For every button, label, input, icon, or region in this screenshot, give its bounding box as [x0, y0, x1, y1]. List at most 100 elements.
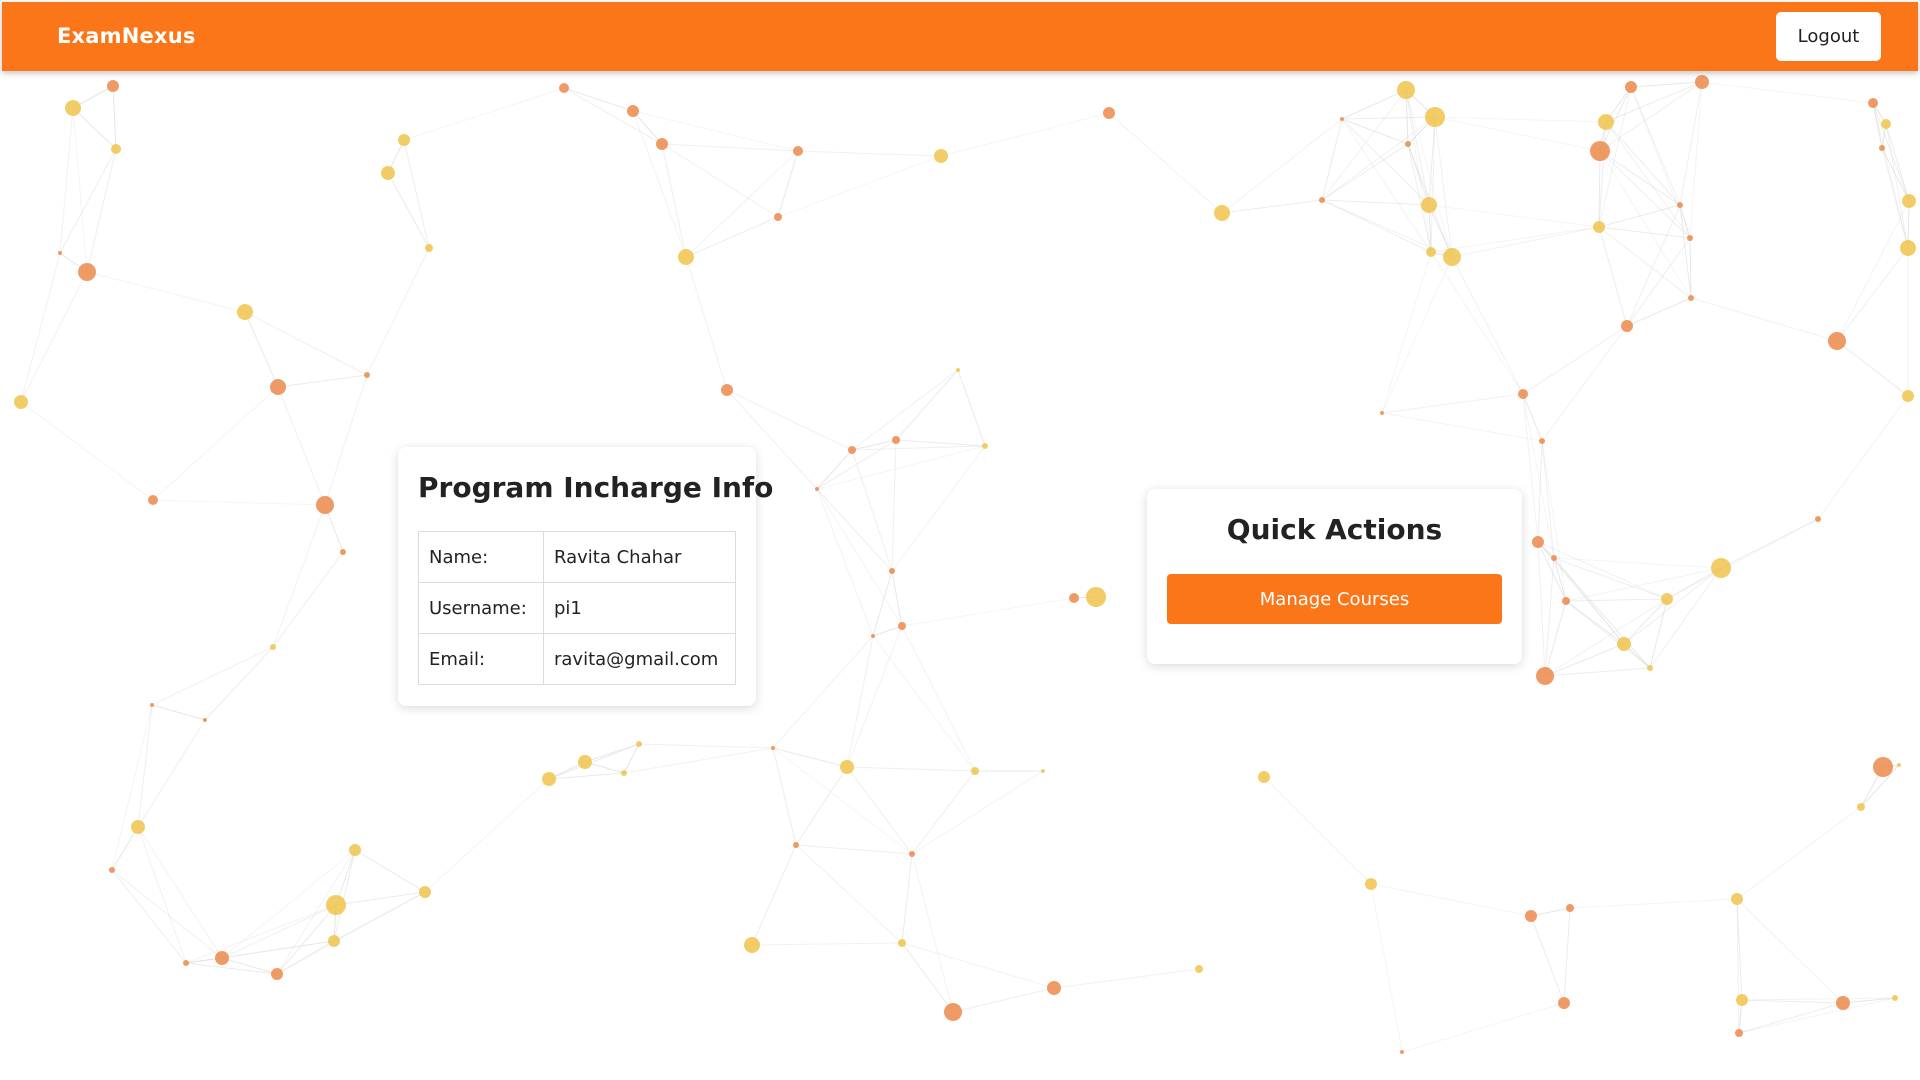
network-node	[1562, 597, 1570, 605]
network-link	[661, 143, 779, 218]
network-node	[744, 937, 760, 953]
info-row-username: Username: pi1	[418, 582, 736, 634]
network-node	[14, 395, 28, 409]
brand-logo[interactable]: ExamNexus	[57, 2, 196, 71]
info-row-email: Email: ravita@gmail.com	[418, 633, 736, 685]
network-link	[1341, 89, 1407, 120]
network-node	[840, 760, 854, 774]
network-link	[152, 499, 326, 506]
network-node	[1214, 205, 1230, 221]
network-node	[982, 443, 988, 449]
network-link	[1321, 199, 1432, 253]
username-label: Username:	[418, 582, 544, 634]
network-link	[276, 849, 356, 975]
network-node	[1902, 194, 1916, 208]
network-link	[846, 625, 903, 768]
network-link	[1553, 557, 1651, 669]
network-node	[771, 746, 775, 750]
network-link	[851, 449, 893, 572]
network-node	[1625, 81, 1637, 93]
network-link	[20, 401, 154, 501]
network-node	[889, 568, 895, 574]
network-link	[816, 449, 853, 490]
network-node	[1069, 593, 1079, 603]
top-navbar: ExamNexus Logout	[2, 2, 1918, 71]
network-node	[1836, 996, 1850, 1010]
network-node	[1695, 75, 1709, 89]
network-link	[952, 987, 1055, 1013]
network-link	[424, 778, 550, 893]
network-link	[1451, 256, 1524, 395]
network-link	[1836, 340, 1909, 397]
network-link	[1666, 518, 1819, 600]
network-link	[72, 107, 117, 150]
network-link	[1451, 226, 1600, 258]
network-link	[901, 853, 913, 944]
network-node	[1735, 1029, 1743, 1037]
network-link	[901, 942, 1055, 989]
network-node	[107, 80, 119, 92]
network-links	[20, 81, 1910, 1053]
network-link	[1434, 116, 1607, 123]
network-link	[111, 704, 153, 871]
network-node	[1881, 119, 1891, 129]
network-link	[1428, 204, 1600, 228]
network-node	[1661, 593, 1673, 605]
network-link	[1649, 598, 1668, 669]
network-node	[316, 496, 334, 514]
network-link	[1541, 440, 1555, 559]
network-link	[1599, 150, 1691, 239]
network-node	[1103, 107, 1115, 119]
particle-network-background	[14, 75, 1916, 1054]
network-node	[892, 436, 900, 444]
network-link	[112, 85, 117, 150]
network-link	[1381, 256, 1453, 414]
network-node	[621, 770, 627, 776]
network-node	[559, 83, 569, 93]
info-card-title: Program Incharge Info	[418, 471, 774, 504]
network-link	[632, 110, 687, 258]
network-link	[151, 646, 274, 706]
network-node	[1711, 558, 1731, 578]
network-link	[957, 369, 986, 447]
network-node	[636, 741, 642, 747]
logout-button[interactable]: Logout	[1776, 12, 1881, 61]
network-node	[1688, 295, 1694, 301]
network-node	[1518, 389, 1528, 399]
network-link	[324, 374, 368, 506]
network-node	[1525, 910, 1537, 922]
network-link	[59, 107, 74, 254]
network-link	[1321, 199, 1430, 206]
network-node	[793, 842, 799, 848]
network-node	[349, 844, 361, 856]
network-link	[1537, 541, 1546, 677]
network-node	[1532, 536, 1544, 548]
network-link	[185, 962, 278, 975]
network-link	[1565, 600, 1651, 669]
network-node	[1566, 904, 1574, 912]
network-node	[1897, 763, 1901, 767]
network-link	[1679, 204, 1692, 299]
network-node	[1621, 320, 1633, 332]
network-link	[1598, 226, 1628, 327]
network-node	[956, 368, 960, 372]
network-node	[398, 134, 410, 146]
network-node	[328, 935, 340, 947]
network-link	[1817, 395, 1909, 520]
network-node	[1617, 637, 1631, 651]
network-node	[1647, 665, 1653, 671]
network-node	[1900, 240, 1916, 256]
network-node	[627, 105, 639, 117]
network-link	[777, 155, 942, 218]
network-node	[721, 384, 733, 396]
network-node	[909, 851, 915, 857]
quick-actions-title: Quick Actions	[1226, 513, 1443, 546]
network-node	[1902, 390, 1914, 402]
network-link	[276, 904, 337, 975]
network-link	[1836, 247, 1909, 342]
network-link	[277, 386, 326, 506]
manage-courses-button[interactable]: Manage Courses	[1167, 574, 1502, 624]
network-link	[1626, 204, 1681, 327]
network-node	[1551, 555, 1557, 561]
network-link	[1689, 81, 1703, 239]
